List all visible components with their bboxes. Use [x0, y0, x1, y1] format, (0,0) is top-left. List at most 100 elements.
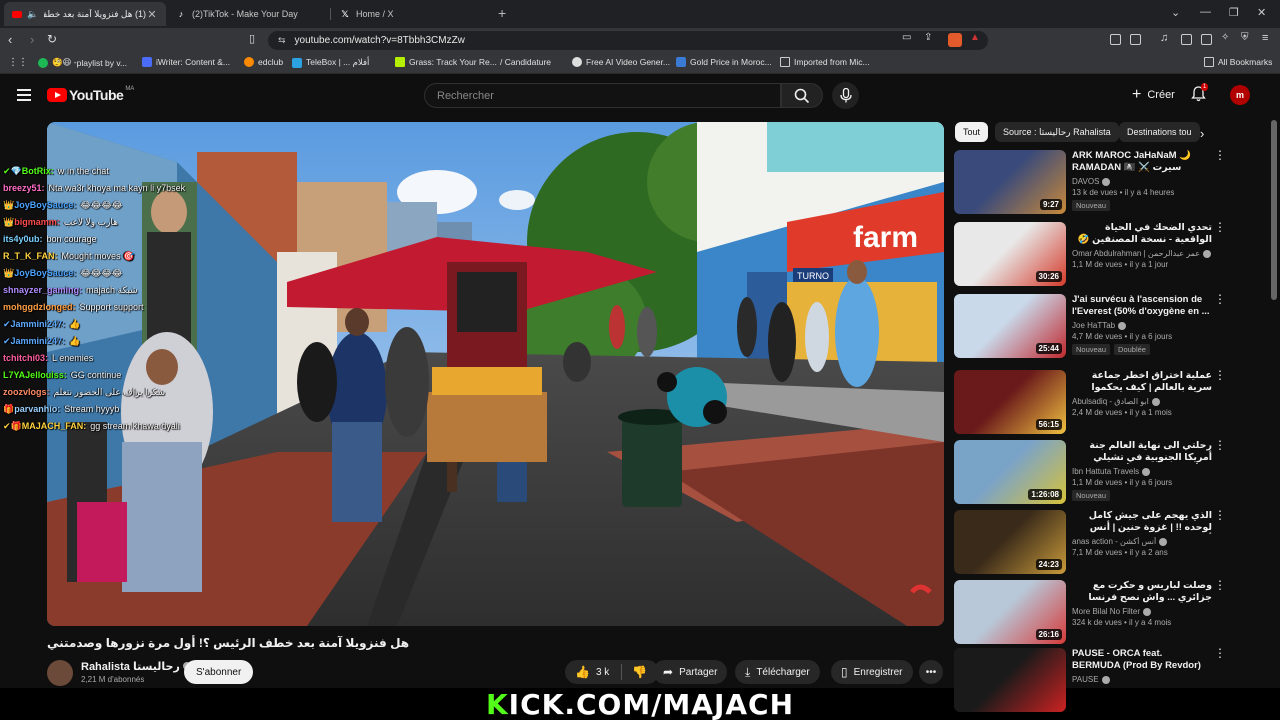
- speaker-icon[interactable]: 🔈: [27, 9, 38, 19]
- bookmark-item[interactable]: Grass: Track Your Re...: [395, 57, 497, 67]
- hamburger-menu-icon[interactable]: [17, 89, 31, 104]
- channel-name[interactable]: Abulsadiq - ابو الصادق: [1072, 397, 1212, 406]
- chevron-right-icon[interactable]: ›: [1200, 126, 1204, 141]
- vpn-icon[interactable]: ⛨: [1241, 32, 1249, 43]
- scrollbar[interactable]: [1271, 120, 1277, 300]
- more-options-icon[interactable]: ⋮: [1214, 293, 1226, 305]
- chip-all[interactable]: Tout: [955, 122, 989, 142]
- like-count[interactable]: 3 k: [596, 667, 609, 678]
- recommended-video[interactable]: 1:26:08 رحلتي الى نهاية العالم جنة أمريكا…: [954, 439, 1254, 506]
- channel-name[interactable]: DAVOS: [1072, 177, 1212, 186]
- thumbs-down-icon[interactable]: 👎: [632, 665, 647, 679]
- recommended-video[interactable]: 56:15 عملية اختراق اخطر جماعة سرية بالعال…: [954, 369, 1254, 436]
- video-title[interactable]: عملية اختراق اخطر جماعة سرية بالعالم | ك…: [1072, 370, 1212, 394]
- wallet-icon[interactable]: [1201, 34, 1212, 45]
- recommended-video[interactable]: 24:23 الذي يهجم على جيش كامل لوحده !! | غ…: [954, 509, 1254, 576]
- more-options-icon[interactable]: ⋮: [1214, 149, 1226, 161]
- channel-name[interactable]: PAUSE: [1072, 675, 1212, 684]
- minimize-icon[interactable]: —: [1200, 6, 1211, 18]
- cast-icon[interactable]: ▭: [902, 32, 911, 43]
- thumbs-up-icon[interactable]: 👍: [575, 665, 590, 679]
- browser-tab-youtube[interactable]: 🔈 (1) هل فنزويلا آمنة بعد خطف ✕: [4, 2, 166, 26]
- close-tab-icon[interactable]: ✕: [146, 8, 158, 21]
- recommended-video[interactable]: 26:16 وصلت لباريس و حكرت مع جزائري ... وا…: [954, 579, 1254, 646]
- browser-tab-tiktok[interactable]: ♪ (2)TikTok - Make Your Day: [168, 2, 330, 26]
- brave-rewards-icon[interactable]: ▲: [970, 32, 980, 43]
- media-icon[interactable]: ♫: [1160, 32, 1168, 44]
- share-button[interactable]: ➦ Partager: [653, 660, 728, 684]
- notifications-button[interactable]: 1: [1191, 83, 1209, 105]
- save-button[interactable]: ▯ Enregistrer: [831, 660, 913, 684]
- bookmark-item[interactable]: edclub: [244, 57, 283, 67]
- maximize-icon[interactable]: ❐: [1229, 6, 1239, 19]
- leo-ai-icon[interactable]: ✧: [1221, 32, 1229, 43]
- all-bookmarks[interactable]: All Bookmarks: [1204, 57, 1272, 67]
- bookmark-item[interactable]: TeleBox | ... أفلام: [292, 57, 369, 68]
- video-title[interactable]: رحلتي الى نهاية العالم جنة أمريكا الجنوب…: [1072, 440, 1212, 464]
- browser-tab-x[interactable]: 𝕏 Home / X: [332, 2, 494, 26]
- apps-icon[interactable]: ⋮⋮: [8, 57, 28, 68]
- more-options-icon[interactable]: ⋮: [1214, 647, 1226, 659]
- close-window-icon[interactable]: ✕: [1257, 6, 1266, 19]
- video-title[interactable]: PAUSE - ORCA feat. BERMUDA (Prod By Revd…: [1072, 648, 1212, 672]
- chip-destinations[interactable]: Destinations tou: [1119, 122, 1200, 142]
- channel-name[interactable]: Joe HaTTab: [1072, 321, 1212, 330]
- new-tab-icon[interactable]: +: [498, 5, 506, 21]
- channel-name[interactable]: Ibn Hattuta Travels: [1072, 467, 1212, 476]
- forward-icon[interactable]: ›: [30, 32, 34, 47]
- more-options-icon[interactable]: ⋮: [1214, 509, 1226, 521]
- channel-name[interactable]: Rahalista رحاليستا: [81, 660, 191, 673]
- create-button[interactable]: + Créer: [1122, 83, 1185, 107]
- bookmark-page-icon[interactable]: ▯: [249, 32, 255, 45]
- more-actions-button[interactable]: •••: [919, 660, 943, 684]
- site-info-icon[interactable]: ⇆: [278, 35, 286, 46]
- channel-name[interactable]: anas action - أنس أكشن: [1072, 537, 1212, 546]
- bookmark-item[interactable]: / Candidature: [500, 57, 551, 67]
- channel-name[interactable]: More Bilal No Filter: [1072, 607, 1212, 616]
- search-button[interactable]: [781, 83, 823, 108]
- channel-avatar[interactable]: [47, 660, 73, 686]
- voice-search-button[interactable]: [832, 82, 859, 109]
- account-avatar[interactable]: m: [1230, 85, 1250, 105]
- video-title[interactable]: J'ai survécu à l'ascension de l'Everest …: [1072, 294, 1212, 318]
- menu-icon[interactable]: ≡: [1262, 32, 1268, 44]
- recommended-video[interactable]: 25:44 J'ai survécu à l'ascension de l'Eve…: [954, 293, 1254, 360]
- video-title[interactable]: الذي يهجم على جيش كامل لوحده !! | غزوة ح…: [1072, 510, 1212, 534]
- extension-icon[interactable]: [1110, 34, 1121, 45]
- more-options-icon[interactable]: ⋮: [1214, 221, 1226, 233]
- url-text[interactable]: youtube.com/watch?v=8Tbbh3CMzZw: [295, 35, 465, 46]
- bookmark-folder[interactable]: Imported from Mic...: [780, 57, 870, 67]
- video-thumbnail[interactable]: 1:26:08: [954, 440, 1066, 504]
- sidebar-panel-icon[interactable]: [1130, 34, 1141, 45]
- video-title[interactable]: تحدي الضحك في الحياة الواقعية - نسخة الم…: [1072, 222, 1212, 246]
- youtube-logo[interactable]: YouTube MA: [47, 86, 134, 103]
- video-thumbnail[interactable]: [954, 648, 1066, 712]
- back-icon[interactable]: ‹: [8, 32, 12, 47]
- download-button[interactable]: ⤓ Télécharger: [735, 660, 820, 684]
- chip-source[interactable]: Source : رحاليستا Rahalista: [995, 122, 1119, 142]
- subscribe-button[interactable]: S'abonner: [184, 660, 254, 684]
- video-thumbnail[interactable]: 56:15: [954, 370, 1066, 434]
- video-thumbnail[interactable]: 26:16: [954, 580, 1066, 644]
- bookmark-item[interactable]: 🧐😆 - playlist by v...: [38, 57, 127, 68]
- bookmark-item[interactable]: Free AI Video Gener...: [572, 57, 670, 67]
- share-icon[interactable]: ⇪: [924, 32, 932, 43]
- more-options-icon[interactable]: ⋮: [1214, 439, 1226, 451]
- omnibox[interactable]: ⇆ youtube.com/watch?v=8Tbbh3CMzZw: [268, 31, 988, 50]
- brave-shield-icon[interactable]: [948, 33, 962, 47]
- video-thumbnail[interactable]: 24:23: [954, 510, 1066, 574]
- bookmark-item[interactable]: iWriter: Content &...: [142, 57, 230, 67]
- video-title[interactable]: ARK MAROC JaHaNaM 🌙 RAMADAN 🏴‍☠️ ⚔️ سيرت…: [1072, 150, 1212, 174]
- more-options-icon[interactable]: ⋮: [1214, 369, 1226, 381]
- bookmark-item[interactable]: Gold Price in Moroc...: [676, 57, 772, 67]
- video-thumbnail[interactable]: 25:44: [954, 294, 1066, 358]
- video-thumbnail[interactable]: 9:27: [954, 150, 1066, 214]
- search-box[interactable]: [424, 83, 781, 108]
- recommended-video[interactable]: 30:26 تحدي الضحك في الحياة الواقعية - نسخ…: [954, 221, 1254, 288]
- recommended-video[interactable]: 9:27 ARK MAROC JaHaNaM 🌙 RAMADAN 🏴‍☠️ ⚔️ …: [954, 149, 1254, 216]
- split-view-icon[interactable]: [1181, 34, 1192, 45]
- video-title[interactable]: وصلت لباريس و حكرت مع جزائري ... واش نصح…: [1072, 580, 1212, 604]
- channel-name[interactable]: Omar Abdulrahman | عمر عبدالرحمن: [1072, 249, 1212, 258]
- search-input[interactable]: [437, 89, 737, 102]
- tab-search-icon[interactable]: ⌄: [1171, 6, 1180, 19]
